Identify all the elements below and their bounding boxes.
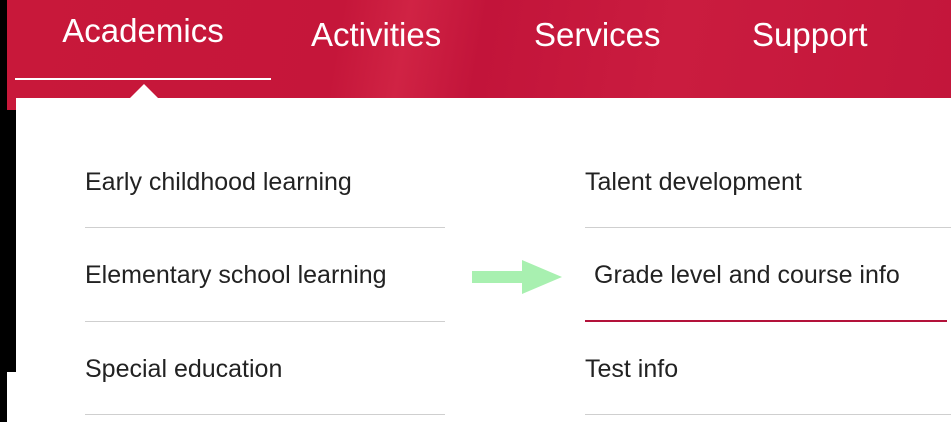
page-content-edge xyxy=(7,372,16,422)
nav-item-academics[interactable]: Academics xyxy=(15,0,271,80)
menu-divider xyxy=(85,414,445,415)
academics-dropdown-panel: Early childhood learning Elementary scho… xyxy=(16,98,951,422)
menu-divider xyxy=(85,227,445,228)
menu-divider xyxy=(85,321,445,322)
nav-item-services[interactable]: Services xyxy=(534,0,661,78)
screenshot-frame: Academics Activities Services Support Ea… xyxy=(7,0,951,422)
nav-item-activities[interactable]: Activities xyxy=(311,0,441,78)
menu-divider-hover-accent xyxy=(585,320,947,322)
menu-link-talent-development[interactable]: Talent development xyxy=(585,167,802,197)
menu-link-special-education[interactable]: Special education xyxy=(85,354,282,384)
menu-divider xyxy=(585,227,951,228)
menu-divider xyxy=(585,414,951,415)
menu-link-test-info[interactable]: Test info xyxy=(585,354,678,384)
menu-link-grade-level-and-course-info[interactable]: Grade level and course info xyxy=(594,260,900,290)
nav-item-support[interactable]: Support xyxy=(752,0,868,78)
menu-link-early-childhood-learning[interactable]: Early childhood learning xyxy=(85,167,352,197)
right-arrow-icon xyxy=(472,260,562,294)
dropdown-caret xyxy=(130,84,158,98)
menu-link-elementary-school-learning[interactable]: Elementary school learning xyxy=(85,260,387,290)
